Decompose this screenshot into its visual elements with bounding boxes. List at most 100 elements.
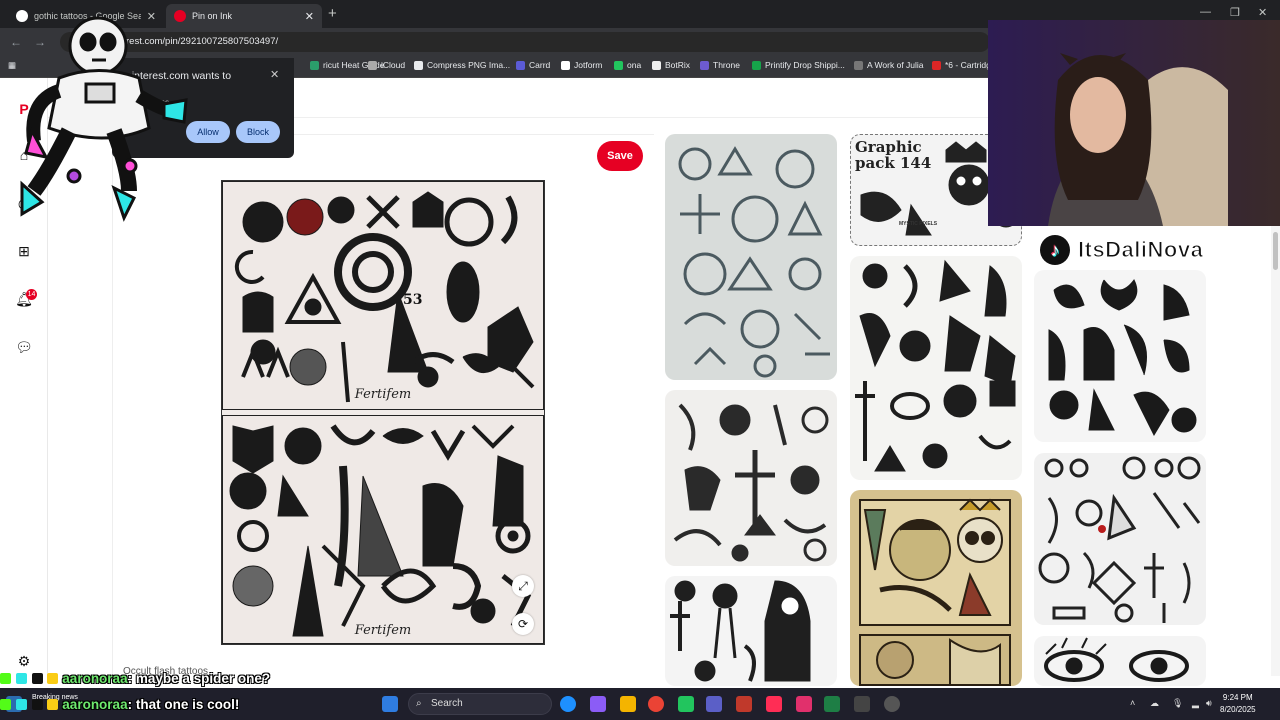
bookmark-icon: [854, 60, 863, 70]
kick-badge-icon: [0, 673, 11, 684]
feed-pin-flash-collection[interactable]: [850, 256, 1022, 480]
chat-username: aaronoraa: [62, 697, 128, 712]
search-icon: ⌕: [416, 698, 422, 709]
tray-chevron-icon[interactable]: ˄: [1130, 698, 1135, 708]
minecraft-icon[interactable]: [678, 696, 694, 712]
chat-badges: [0, 697, 59, 712]
bookmark-icon: [614, 60, 623, 70]
platform-badge-icon: [15, 699, 27, 710]
bookmark-item[interactable]: Carrd: [516, 60, 550, 70]
flash-sheet-top: Fertifem 53: [222, 181, 544, 410]
settings-gear-icon[interactable]: ⚙: [15, 652, 33, 670]
bookmark-item[interactable]: Throne: [700, 60, 740, 70]
new-tab-icon[interactable]: +: [328, 5, 337, 22]
taskbar-clock[interactable]: 9:24 PM 8/20/2025: [1220, 692, 1256, 716]
music-icon[interactable]: [766, 696, 782, 712]
chrome-icon[interactable]: [648, 696, 664, 712]
scrollbar-thumb[interactable]: [1273, 232, 1278, 270]
tiktok-handle-overlay: ♪ ItsDaliNova: [1040, 232, 1260, 268]
bookmark-item[interactable]: A Work of Julia: [854, 60, 924, 70]
file-explorer-icon[interactable]: [620, 696, 636, 712]
bookmark-icon: [700, 60, 709, 70]
onedrive-icon[interactable]: ☁: [1150, 698, 1159, 709]
edge-icon[interactable]: [560, 696, 576, 712]
flash-art-illustration: [234, 191, 535, 403]
save-button[interactable]: Save: [597, 141, 643, 171]
butterfly-flash-illustration: [1048, 279, 1197, 437]
bookmark-item[interactable]: Compress PNG Ima...: [414, 60, 510, 70]
subscriber-badge-icon: [47, 673, 59, 684]
bookmark-item[interactable]: BotRix: [652, 60, 690, 70]
clock-date: 8/20/2025: [1220, 705, 1256, 714]
feed-pin-butterfly-flash[interactable]: [1034, 270, 1206, 442]
feed-pin-skeleton-sheet[interactable]: [665, 576, 837, 686]
feed-pin-traditional-flash[interactable]: [850, 490, 1022, 686]
clock-time: 9:24 PM: [1222, 693, 1253, 702]
excel-icon[interactable]: [824, 696, 840, 712]
taskbar-search[interactable]: ⌕ Search: [408, 693, 552, 715]
bookmark-item[interactable]: Printify Drop Shippi...: [752, 60, 845, 70]
bookmark-item[interactable]: iCloud: [368, 60, 405, 70]
witchy-flash-illustration: [1038, 456, 1201, 623]
obs-icon[interactable]: [884, 696, 900, 712]
bookmark-item[interactable]: ona: [614, 60, 641, 70]
microphone-icon[interactable]: 🎙︎: [1172, 698, 1183, 709]
pin-image[interactable]: Fertifem 53 Fertifem ⤢ ⟳: [221, 180, 545, 645]
moderator-badge-icon: [31, 673, 43, 684]
feed-pin-occult-pattern[interactable]: [665, 134, 837, 380]
windows-start-icon[interactable]: [382, 696, 398, 712]
eye-flash-illustration: [1044, 637, 1189, 682]
page-scrollbar[interactable]: [1271, 226, 1280, 676]
close-popup-icon[interactable]: ✕: [270, 68, 279, 81]
minimize-icon[interactable]: —: [1200, 6, 1211, 18]
bookmark-icon: [414, 60, 423, 70]
visual-search-icon[interactable]: ⟳: [512, 613, 534, 635]
chat-username: aaronoraa: [62, 671, 128, 686]
platform-badge-icon: [15, 673, 27, 684]
messages-icon[interactable]: 💬︎: [15, 338, 33, 356]
skeleton-illustration: [670, 580, 811, 682]
volume-icon[interactable]: 🔊︎: [1206, 698, 1212, 709]
teams-icon[interactable]: [706, 696, 722, 712]
app-icon[interactable]: [736, 696, 752, 712]
url-input[interactable]: rest.com/pin/292100725807503497/: [60, 32, 990, 52]
feed-pin-eye-flash[interactable]: [1034, 636, 1206, 686]
chat-badges: [0, 671, 59, 686]
bookmark-item[interactable]: Jotform: [561, 60, 602, 70]
instagram-icon[interactable]: [796, 696, 812, 712]
flash-art-illustration: [229, 424, 532, 637]
expand-icon[interactable]: ⤢: [512, 575, 534, 597]
bookmark-icon: [310, 60, 319, 70]
apple-icon: [368, 60, 377, 70]
chat-message: aaronoraa: that one is cool!: [0, 697, 239, 712]
feed-pin-witchy-flash[interactable]: [1034, 453, 1206, 625]
create-icon[interactable]: ⊞: [15, 242, 33, 260]
notification-count-badge: 14: [26, 289, 37, 300]
artist-watermark: Fertifem: [354, 623, 412, 638]
close-window-icon[interactable]: ✕: [1258, 6, 1267, 19]
spider-mark: [1098, 525, 1106, 533]
allow-button[interactable]: Allow: [186, 121, 230, 143]
sketch-illustration: [673, 403, 829, 562]
bookmark-icon: [516, 60, 525, 70]
block-button[interactable]: Block: [236, 121, 280, 143]
copilot-icon[interactable]: [590, 696, 606, 712]
streamer-webcam-image: [988, 20, 1280, 226]
screen: gothic tattoos - Google Search ✕ Pin on …: [0, 0, 1280, 720]
chat-text: : that one is cool!: [127, 697, 240, 712]
bookmark-item[interactable]: *6 - Cartridg: [932, 60, 991, 70]
maximize-icon[interactable]: ❐: [1230, 6, 1240, 19]
close-tab-icon[interactable]: ✕: [305, 10, 314, 23]
feed-pin-gothic-sketches[interactable]: [665, 390, 837, 566]
chat-text: : maybe a spider one?: [127, 671, 271, 686]
bookmark-icon: [752, 60, 761, 70]
tab-title: Pin on Ink: [192, 11, 233, 21]
wifi-icon[interactable]: ▂: [1192, 698, 1199, 709]
bookmark-icon: [932, 60, 941, 70]
astronaut-skull-sticker: [20, 16, 188, 222]
tiktok-handle: ItsDaliNova: [1077, 237, 1204, 263]
moderator-badge-icon: [31, 699, 43, 710]
app-icon[interactable]: [854, 696, 870, 712]
bookmark-icon: [652, 60, 661, 70]
flash-number-label: 53: [403, 292, 423, 308]
